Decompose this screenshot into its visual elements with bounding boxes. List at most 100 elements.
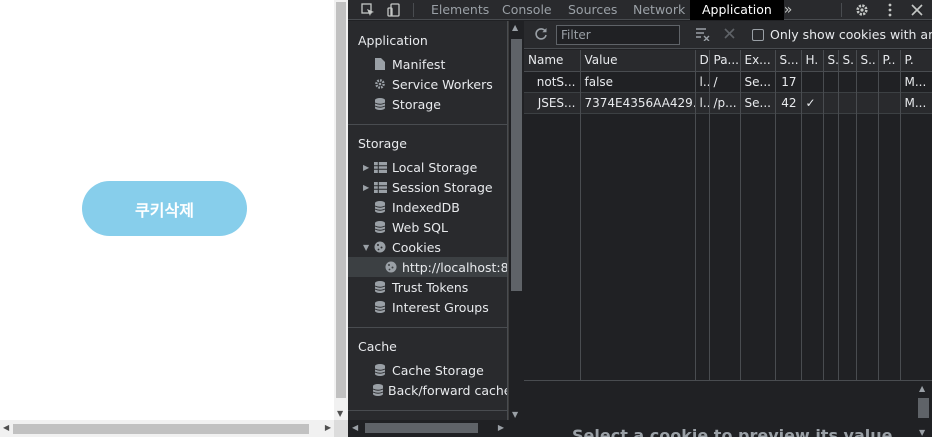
cell-samesite (838, 92, 857, 114)
scroll-up-arrow-icon[interactable]: ▲ (919, 384, 925, 393)
cookies-toolbar: Only show cookies with an i... (524, 21, 932, 49)
column-header-sameparty[interactable]: S.. (856, 50, 879, 72)
section-title-application: Application (358, 33, 428, 48)
tab-network[interactable]: Network (633, 0, 685, 20)
column-header-priority[interactable]: P. (900, 50, 932, 72)
sidebar-item-label: http://localhost:808 (402, 259, 508, 275)
sidebar-item-label: IndexedDB (392, 199, 460, 215)
sidebar-item-localhost-cookies[interactable]: http://localhost:808 (348, 257, 508, 277)
application-sidebar: Application Manifest Service Workers Sto… (348, 21, 508, 437)
scrollbar-thumb[interactable] (365, 423, 478, 433)
cell-samesite (838, 71, 857, 93)
sidebar-item-session-storage[interactable]: ▶ Session Storage (348, 177, 507, 197)
page-horizontal-scrollbar[interactable]: ◀ ▶ (0, 420, 334, 437)
table-row[interactable]: JSES... 7374E4356AA429... l... /p... Se.… (524, 92, 932, 114)
more-tabs-icon[interactable]: » (778, 0, 798, 20)
filter-input[interactable] (556, 25, 680, 45)
cell-size: 42 (775, 92, 802, 114)
column-divider (709, 71, 710, 380)
cookie-icon (373, 240, 387, 254)
column-header-httponly[interactable]: H. (801, 50, 824, 72)
cookies-table: Name Value D Pa... Ex... S... H. S. S. S… (524, 50, 932, 380)
column-divider (740, 71, 741, 380)
inspect-element-icon[interactable] (358, 0, 378, 20)
sidebar-item-trust-tokens[interactable]: Trust Tokens (348, 277, 507, 297)
table-header-row: Name Value D Pa... Ex... S... H. S. S. S… (524, 50, 932, 72)
delete-selected-icon[interactable] (724, 27, 735, 43)
sidebar-item-label: Trust Tokens (392, 279, 469, 295)
delete-cookie-button[interactable]: 쿠키삭제 (82, 181, 247, 236)
tab-console[interactable]: Console (502, 0, 552, 20)
scroll-up-arrow-icon[interactable]: ▲ (512, 23, 518, 32)
scroll-left-arrow-icon[interactable]: ◀ (352, 423, 358, 432)
sidebar-item-label: Back/forward cache (388, 382, 508, 398)
sidebar-item-label: Web SQL (392, 219, 448, 235)
sidebar-item-indexeddb[interactable]: IndexedDB (348, 197, 507, 217)
sidebar-item-label: Local Storage (392, 159, 478, 175)
more-options-icon[interactable] (880, 0, 900, 20)
column-header-partition[interactable]: P.. (878, 50, 901, 72)
column-divider (856, 71, 857, 380)
scroll-down-arrow-icon[interactable]: ▼ (512, 410, 518, 419)
database-icon (373, 97, 387, 111)
scroll-right-arrow-icon[interactable]: ▶ (498, 423, 504, 432)
sidebar-item-cookies[interactable]: ▼ Cookies (348, 237, 507, 257)
close-devtools-icon[interactable] (907, 0, 927, 20)
column-header-size[interactable]: S... (775, 50, 802, 72)
column-header-domain[interactable]: D (695, 50, 710, 72)
grid-icon (373, 160, 387, 174)
file-icon (373, 57, 387, 71)
column-header-secure[interactable]: S. (823, 50, 839, 72)
sidebar-item-web-sql[interactable]: Web SQL (348, 217, 507, 237)
scrollbar-thumb[interactable] (511, 39, 522, 291)
show-issues-checkbox[interactable] (752, 29, 764, 41)
tab-sources[interactable]: Sources (568, 0, 617, 20)
sidebar-item-manifest[interactable]: Manifest (348, 54, 507, 74)
column-header-samesite[interactable]: S. (838, 50, 857, 72)
scrollbar-thumb[interactable] (918, 398, 929, 418)
tabbar-divider (841, 3, 842, 17)
sidebar-item-interest-groups[interactable]: Interest Groups (348, 297, 507, 317)
sidebar-item-label: Storage (392, 96, 441, 112)
sidebar-horizontal-scrollbar[interactable]: ◀ ▶ (348, 420, 508, 437)
expand-triangle-icon[interactable]: ▶ (363, 183, 373, 192)
column-header-value[interactable]: Value (580, 50, 696, 72)
sidebar-item-cache-storage[interactable]: Cache Storage (348, 360, 507, 380)
sidebar-item-storage[interactable]: Storage (348, 94, 507, 114)
scrollbar-thumb[interactable] (13, 424, 309, 434)
scrollbar-thumb[interactable] (336, 2, 346, 398)
sidebar-item-service-workers[interactable]: Service Workers (348, 74, 507, 94)
sidebar-divider (348, 410, 507, 411)
column-header-path[interactable]: Pa... (709, 50, 741, 72)
column-divider (900, 71, 901, 380)
collapse-triangle-icon[interactable]: ▼ (363, 243, 373, 252)
column-header-expires[interactable]: Ex... (740, 50, 776, 72)
cookie-preview-pane: Select a cookie to preview its value ▲ ▼ (524, 380, 932, 437)
preview-vertical-scrollbar[interactable]: ▲ ▼ (916, 381, 930, 437)
page-viewport: 쿠키삭제 ▲ ▼ ◀ ▶ (0, 0, 348, 437)
sidebar-vertical-scrollbar[interactable]: ▲ ▼ (508, 21, 522, 420)
tab-elements[interactable]: Elements (431, 0, 489, 20)
database-icon (373, 300, 387, 314)
scroll-right-arrow-icon[interactable]: ▶ (325, 423, 331, 432)
sidebar-item-local-storage[interactable]: ▶ Local Storage (348, 157, 507, 177)
column-divider (823, 71, 824, 380)
scroll-left-arrow-icon[interactable]: ◀ (3, 423, 9, 432)
table-row[interactable]: notS... false l... / Se... 17 M... (524, 71, 932, 93)
scroll-down-arrow-icon[interactable]: ▼ (919, 428, 925, 437)
clear-filtered-cookies-icon[interactable] (695, 27, 711, 45)
sidebar-item-back-forward-cache[interactable]: Back/forward cache (348, 380, 508, 400)
page-vertical-scrollbar[interactable]: ▲ ▼ (334, 0, 348, 420)
expand-triangle-icon[interactable]: ▶ (363, 163, 373, 172)
column-divider (801, 71, 802, 380)
refresh-icon[interactable] (534, 27, 548, 45)
cell-httponly: ✓ (801, 92, 824, 114)
scroll-down-arrow-icon[interactable]: ▼ (337, 409, 343, 418)
device-toolbar-icon[interactable] (384, 0, 404, 20)
settings-gear-icon[interactable] (852, 0, 872, 20)
devtools-panel: Elements Console Sources Network Applica… (348, 0, 932, 437)
sidebar-item-label: Interest Groups (392, 299, 489, 315)
cell-value: 7374E4356AA429... (580, 92, 696, 114)
tab-application[interactable]: Application (690, 0, 784, 20)
column-header-name[interactable]: Name (524, 50, 581, 72)
